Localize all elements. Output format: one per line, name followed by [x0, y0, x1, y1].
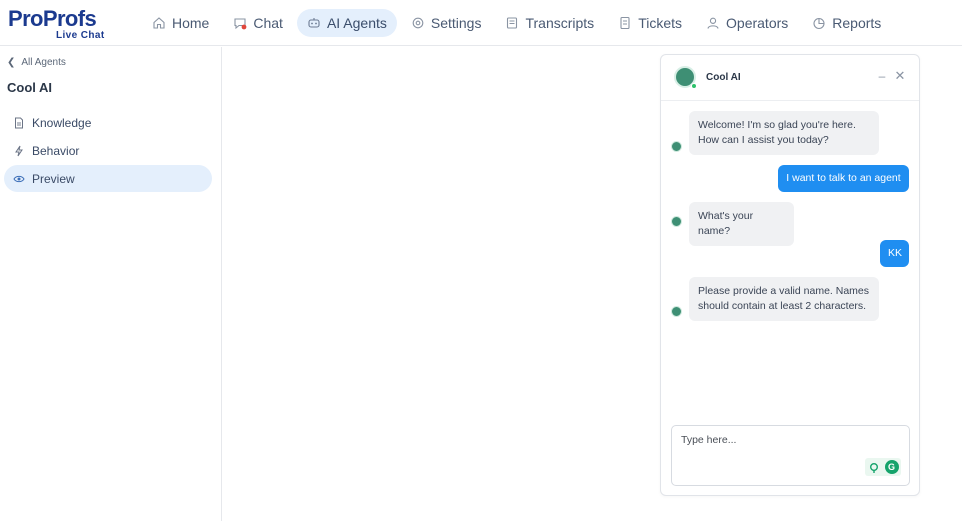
nav-item-operators[interactable]: Operators	[696, 9, 798, 37]
agent-name-title: Cool AI	[7, 80, 53, 95]
message-line: should contain at least 2 characters.	[698, 300, 867, 312]
nav-label: AI Agents	[326, 15, 387, 31]
gear-icon	[411, 16, 425, 30]
chat-title: Cool AI	[706, 72, 741, 83]
nav-label: Home	[172, 15, 210, 31]
bot-message-avatar	[671, 216, 682, 227]
main-nav: Home Chat AI Agents Settings Transcripts	[142, 9, 895, 37]
message-input-box: G	[671, 425, 910, 486]
all-agents-back-link[interactable]: ❮ All Agents	[7, 57, 66, 68]
sidebar-item-label: Preview	[32, 171, 75, 186]
message-line: Please provide a valid name. Names	[698, 285, 870, 297]
top-nav-bar: ProProfs Live Chat Home Chat AI Agents S…	[0, 0, 962, 46]
nav-label: Reports	[832, 15, 882, 31]
nav-label: Operators	[726, 15, 789, 31]
message-input[interactable]	[672, 426, 909, 485]
home-icon	[152, 16, 166, 30]
nav-item-transcripts[interactable]: Transcripts	[495, 9, 604, 37]
nav-item-ai-agents[interactable]: AI Agents	[296, 9, 397, 37]
sidebar-item-label: Knowledge	[32, 115, 92, 130]
sidebar-item-behavior[interactable]: Behavior	[4, 137, 212, 164]
bot-message-avatar	[671, 141, 682, 152]
minimize-icon[interactable]: –	[876, 69, 888, 83]
message-line: How can I assist you today?	[698, 134, 829, 146]
sidebar-item-knowledge[interactable]: Knowledge	[4, 109, 212, 136]
chevron-left-icon: ❮	[7, 57, 16, 68]
logo-profs-text: Profs	[42, 6, 97, 31]
agent-menu: Knowledge Behavior Preview	[4, 109, 212, 193]
robot-icon	[307, 16, 321, 30]
sidebar-item-preview[interactable]: Preview	[4, 165, 212, 192]
proprofs-logo[interactable]: ProProfs Live Chat	[8, 6, 118, 42]
user-message: KK	[880, 240, 909, 267]
pie-chart-icon	[812, 16, 826, 30]
logo-pro-text: Pro	[8, 6, 43, 31]
logo-subtitle: Live Chat	[56, 30, 105, 41]
bot-avatar	[674, 66, 697, 89]
ticket-icon	[618, 16, 632, 30]
close-icon[interactable]: ✕	[894, 69, 906, 83]
chat-preview-widget: Cool AI – ✕ Welcome! I'm so glad you're …	[660, 54, 920, 496]
nav-item-tickets[interactable]: Tickets	[608, 9, 692, 37]
nav-label: Tickets	[638, 15, 683, 31]
extension-icons: G	[865, 458, 901, 476]
user-icon	[706, 16, 720, 30]
logo-wordmark: ProProfs	[8, 6, 97, 32]
bot-message: Welcome! I'm so glad you're here. How ca…	[689, 111, 879, 155]
nav-label: Transcripts	[525, 15, 595, 31]
message-line: Welcome! I'm so glad you're here.	[698, 119, 856, 131]
nav-label: Settings	[430, 15, 482, 31]
chat-header: Cool AI – ✕	[661, 55, 919, 101]
chat-icon	[233, 16, 247, 30]
eye-icon	[13, 173, 25, 185]
bolt-icon	[13, 145, 25, 157]
bot-message: Please provide a valid name. Names shoul…	[689, 277, 879, 321]
nav-item-home[interactable]: Home	[142, 9, 219, 37]
grammarly-icon[interactable]: G	[884, 460, 899, 474]
nav-item-chat[interactable]: Chat	[223, 9, 293, 37]
bot-message: What's your name?	[689, 202, 794, 246]
sidebar-item-label: Behavior	[32, 143, 80, 158]
nav-label: Chat	[253, 15, 283, 31]
online-status-dot	[691, 83, 697, 89]
nav-item-reports[interactable]: Reports	[802, 9, 891, 37]
agent-sidebar: ❮ All Agents Cool AI Knowledge Behavior …	[0, 47, 222, 521]
lightbulb-icon[interactable]	[868, 461, 880, 473]
user-message: I want to talk to an agent	[778, 165, 909, 192]
back-link-label: All Agents	[21, 57, 66, 68]
bot-message-avatar	[671, 306, 682, 317]
nav-item-settings[interactable]: Settings	[401, 9, 492, 37]
document-icon	[13, 117, 25, 129]
transcript-icon	[505, 16, 519, 30]
